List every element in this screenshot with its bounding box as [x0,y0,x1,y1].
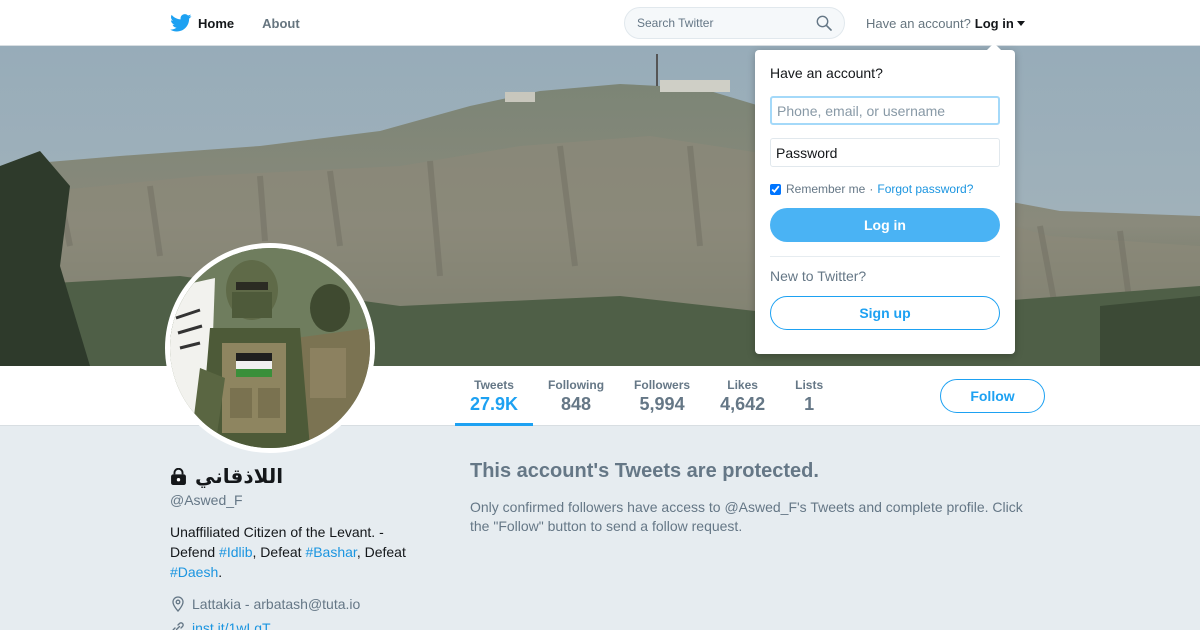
caret-down-icon [1016,20,1025,26]
lock-icon [171,467,186,485]
search-icon[interactable] [816,15,832,31]
dropdown-title: Have an account? [770,65,883,81]
bio-text-2: , Defeat [252,544,306,560]
link-icon [172,622,184,630]
profile-url-row: inst.it/1wLgT [170,620,430,630]
stat-following[interactable]: Following 848 [533,366,619,426]
avatar[interactable] [165,243,375,453]
stat-followers-value: 5,994 [639,394,685,414]
bio-text-3: , Defeat [356,544,406,560]
stat-lists-value: 1 [804,394,815,414]
login-link-label: Log in [974,15,1014,31]
stat-tweets-value: 27.9K [470,394,519,414]
top-navigation-bar: Home About Have an account? Log in [0,0,1200,46]
stat-tweets-label: Tweets [474,378,514,392]
avatar-photo [170,248,370,448]
bio-text-4: . [218,564,223,580]
login-prompt: Have an account? Log in [866,0,1025,46]
stat-following-value: 848 [561,394,592,414]
protected-message: Only confirmed followers have access to … [470,499,1023,534]
nav-home-link[interactable]: Home [170,0,234,46]
follow-button[interactable]: Follow [940,379,1045,413]
stat-followers-label: Followers [634,378,691,392]
login-dropdown-toggle[interactable]: Log in [975,16,1025,31]
stat-followers[interactable]: Followers 5,994 [619,366,705,426]
twitter-bird-icon [170,14,192,32]
stat-lists-label: Lists [795,378,824,392]
protected-tweets-notice: This account's Tweets are protected. Onl… [470,460,1040,536]
profile-location: Lattakia - arbatash@tuta.io [192,596,361,612]
profile-card: اللاذقاني @Aswed_F Unaffiliated Citizen … [170,462,430,630]
login-dropdown: Have an account? Remember me · Forgot pa… [755,43,1015,354]
login-button[interactable]: Log in [770,208,1000,242]
hashtag-bashar-link[interactable]: #Bashar [305,544,356,560]
hashtag-daesh-link[interactable]: #Daesh [170,564,218,580]
location-pin-icon [172,596,184,612]
profile-name-row: اللاذقاني [170,462,430,490]
profile-handle: @Aswed_F [170,492,243,508]
protected-heading: This account's Tweets are protected. [470,460,819,482]
stat-likes-value: 4,642 [720,394,766,414]
remember-me-label: Remember me [786,182,866,196]
nav-about-label: About [262,15,300,31]
dropdown-arrow [986,43,1002,51]
signup-button[interactable]: Sign up [770,296,1000,330]
remember-separator: · [869,182,874,196]
nav-home-label: Home [198,15,235,31]
search-box [624,7,845,39]
search-input[interactable] [637,16,816,30]
stat-tweets[interactable]: Tweets 27.9K [455,366,534,426]
remember-me-checkbox[interactable] [770,183,781,195]
stat-likes-label: Likes [727,378,758,392]
profile-url-link[interactable]: inst.it/1wLgT [192,620,271,630]
nav-about-link[interactable]: About [262,0,300,46]
stat-likes[interactable]: Likes 4,642 [705,366,780,426]
have-account-text: Have an account? [866,15,971,31]
password-field[interactable] [770,138,1000,167]
username-field[interactable] [770,96,1000,125]
forgot-password-link[interactable]: Forgot password? [877,182,973,196]
hashtag-idlib-link[interactable]: #Idlib [219,544,252,560]
remember-me-row: Remember me · Forgot password? [770,182,1000,196]
profile-stats: Tweets 27.9K Following 848 Followers 5,9… [455,366,838,426]
profile-bio: Unaffiliated Citizen of the Levant. - De… [170,522,430,582]
display-name: اللاذقاني [195,465,284,488]
stat-lists[interactable]: Lists 1 [780,366,838,426]
avatar-image [170,248,370,448]
profile-location-row: Lattakia - arbatash@tuta.io [170,596,430,612]
new-to-twitter-text: New to Twitter? [770,268,867,284]
stat-following-label: Following [548,378,605,392]
dropdown-divider [770,256,1000,257]
nav-links: Home About [170,0,328,46]
